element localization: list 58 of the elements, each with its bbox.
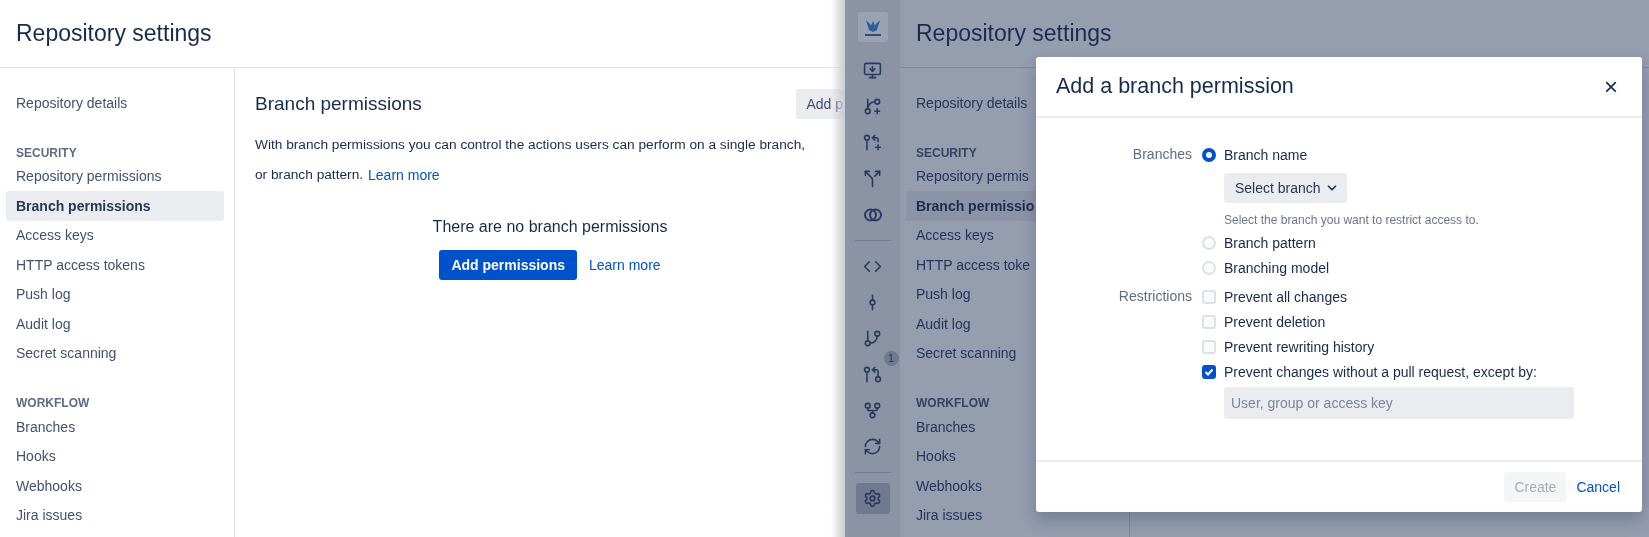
sync-icon	[863, 437, 882, 456]
hint-text: Select the branch you want to restrict access to.	[1224, 213, 1480, 227]
split-arrow-icon	[863, 169, 882, 188]
learn-more-link[interactable]: Learn more	[589, 257, 661, 273]
monitor-download-icon	[863, 61, 882, 80]
sidebar-item[interactable]: Webhooks	[6, 471, 224, 501]
sidebar-item[interactable]: Jira issues	[906, 500, 1119, 530]
page-title: Repository settings	[16, 20, 212, 47]
sidebar-item[interactable]: Repository permissions	[6, 161, 224, 191]
option-label: Prevent deletion	[1224, 313, 1326, 330]
sidebar-item[interactable]: Hooks	[6, 441, 224, 471]
empty-state-title: There are no branch permissions	[432, 218, 668, 236]
field-label: Branches	[1131, 145, 1192, 164]
dialog-title: Add a branch permission	[1056, 74, 1294, 99]
sidebar-item[interactable]: Audit log	[6, 309, 224, 339]
branch-icon	[863, 329, 882, 348]
description-text: With branch permissions you can control the actions users can perform on a single branch,	[255, 136, 807, 154]
checkbox[interactable]	[1202, 364, 1216, 379]
checkbox[interactable]	[1202, 339, 1216, 354]
branch-select[interactable]: Select branch	[1224, 173, 1347, 203]
section-title: Branch permissions	[255, 93, 422, 115]
sidebar-item[interactable]: Jira issues	[6, 500, 224, 530]
close-button[interactable]: ×	[1600, 72, 1622, 101]
fork-icon	[863, 401, 882, 420]
sidebar-item[interactable]: Secret scanning	[6, 338, 224, 368]
sidebar-item[interactable]: Push log	[6, 279, 224, 309]
section-heading: SECURITY	[915, 144, 978, 162]
option-label: Branch name	[1224, 146, 1308, 163]
nav-button[interactable]	[855, 483, 890, 514]
option-label: Branch pattern	[1224, 234, 1316, 251]
option-label: Prevent rewriting history	[1224, 338, 1375, 355]
sidebar-item[interactable]: Repository details	[6, 88, 224, 118]
option-label: Branching model	[1224, 259, 1330, 276]
pull-request-icon	[863, 365, 882, 384]
learn-more-link[interactable]: Learn more	[368, 160, 440, 190]
sidebar-item[interactable]: Branches	[6, 412, 224, 442]
logo-icon[interactable]	[857, 12, 888, 42]
pull-request-plus-icon	[863, 133, 882, 152]
option-label: Prevent changes without a pull request, except by:	[1224, 363, 1537, 380]
checkbox[interactable]	[1202, 314, 1216, 329]
branch-plus-icon	[863, 97, 882, 116]
field-label: Restrictions	[1117, 287, 1192, 306]
option-label: Prevent all changes	[1224, 288, 1347, 305]
user-group-field[interactable]: User, group or access key	[1224, 387, 1574, 419]
add-permissions-button[interactable]: Add permissions	[439, 250, 577, 280]
settings-icon	[863, 489, 882, 508]
section-heading: SECURITY	[15, 144, 78, 162]
section-heading: WORKFLOW	[915, 395, 991, 412]
section-heading: WORKFLOW	[15, 395, 91, 412]
checkbox[interactable]	[1202, 289, 1216, 304]
radio-button[interactable]	[1202, 147, 1216, 162]
sidebar-item[interactable]: Branch permissions	[6, 191, 224, 221]
sidebar-item[interactable]: HTTP access tokens	[6, 250, 224, 280]
page-title: Repository settings	[916, 20, 1112, 47]
cancel-button[interactable]: Cancel	[1576, 479, 1620, 495]
add-button[interactable]: Add p	[796, 89, 845, 119]
description-text: or branch pattern.	[255, 166, 364, 184]
sidebar-item[interactable]: Access keys	[6, 220, 224, 250]
